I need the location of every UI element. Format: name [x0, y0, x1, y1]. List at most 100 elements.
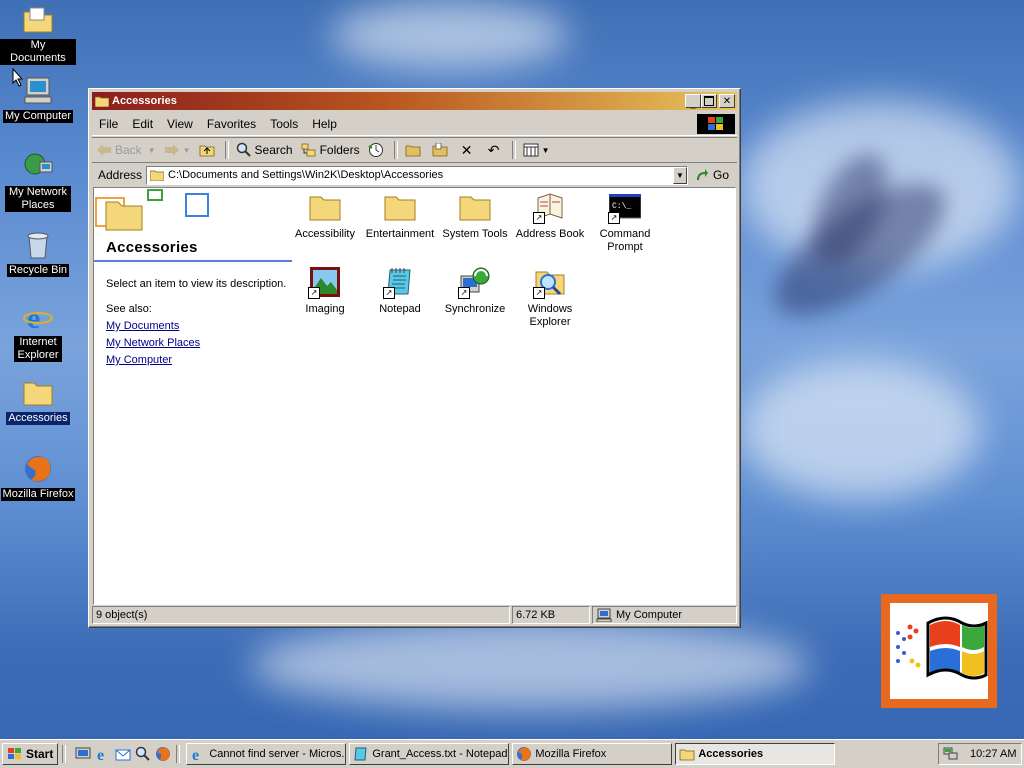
forward-button[interactable]: ▼: [160, 139, 195, 161]
folder-icon: [150, 170, 165, 181]
folder-icon: [95, 96, 109, 107]
menu-help[interactable]: Help: [305, 117, 344, 131]
task-internet-explorer[interactable]: e Cannot find server - Micros...: [186, 743, 347, 765]
task-label: Cannot find server - Micros...: [209, 748, 347, 760]
chevron-down-icon: ▼: [147, 145, 156, 155]
go-button[interactable]: Go: [694, 167, 737, 183]
back-button[interactable]: Back ▼: [92, 139, 160, 161]
undo-icon: ↶: [487, 141, 500, 158]
move-to-icon: [405, 142, 421, 158]
task-firefox[interactable]: Mozilla Firefox: [512, 743, 673, 765]
desktop-icon-my-network-places[interactable]: My Network Places: [0, 150, 76, 212]
windows-logo-icon: [697, 114, 735, 134]
search-icon[interactable]: [133, 744, 153, 764]
menu-edit[interactable]: Edit: [125, 117, 160, 131]
link-my-documents[interactable]: My Documents: [106, 320, 179, 332]
link-my-network-places[interactable]: My Network Places: [106, 337, 200, 349]
task-label: Accessories: [698, 748, 764, 760]
folder-icon: [458, 190, 492, 224]
folders-icon: [301, 142, 317, 158]
item-accessibility[interactable]: Accessibility: [287, 190, 363, 241]
network-places-icon: [21, 150, 55, 184]
window-title: Accessories: [112, 95, 177, 107]
desktop-icon-label: My Network Places: [5, 186, 71, 212]
delete-icon: ✕: [460, 141, 473, 158]
windows-explorer-icon: ↗: [533, 265, 567, 299]
desktop-icon-my-documents[interactable]: My Documents: [0, 3, 76, 65]
background-cloud: [250, 620, 810, 710]
desktop-icon-recycle-bin[interactable]: Recycle Bin: [0, 228, 76, 277]
see-also-label: See also:: [106, 303, 152, 315]
start-button[interactable]: Start: [2, 743, 59, 765]
address-field[interactable]: C:\Documents and Settings\Win2K\Desktop\…: [146, 165, 688, 185]
folder-icon: [383, 190, 417, 224]
clock[interactable]: 10:27 AM: [970, 748, 1016, 760]
shortcut-arrow-icon: ↗: [608, 212, 620, 224]
shortcut-arrow-icon: ↗: [533, 212, 545, 224]
show-desktop-icon[interactable]: [73, 744, 93, 764]
address-dropdown-button[interactable]: ▼: [672, 166, 687, 184]
minimize-button[interactable]: _: [685, 94, 701, 110]
firefox-icon: [516, 746, 532, 762]
explorer-window: Accessories _ ✕ File Edit View Favorites…: [88, 88, 741, 628]
item-notepad[interactable]: ↗ Notepad: [362, 265, 438, 316]
menu-tools[interactable]: Tools: [263, 117, 305, 131]
menu-file[interactable]: File: [92, 117, 125, 131]
task-label: Grant_Access.txt - Notepad: [372, 748, 508, 760]
synchronize-icon: ↗: [458, 265, 492, 299]
internet-explorer-icon: e: [21, 300, 55, 334]
firefox-icon[interactable]: [153, 744, 173, 764]
maximize-button[interactable]: [701, 94, 717, 108]
search-icon: [236, 142, 252, 158]
desktop-icon-internet-explorer[interactable]: e Internet Explorer: [0, 300, 76, 362]
system-tray: 10:27 AM: [938, 743, 1022, 765]
menu-bar: File Edit View Favorites Tools Help: [92, 113, 737, 136]
chevron-down-icon: ▼: [541, 145, 550, 155]
item-command-prompt[interactable]: C:\_ ↗ Command Prompt: [587, 190, 663, 254]
item-entertainment[interactable]: Entertainment: [362, 190, 438, 241]
back-label: Back: [115, 143, 142, 157]
maximize-icon: [704, 96, 714, 106]
item-imaging[interactable]: ↗ Imaging: [287, 265, 363, 316]
task-notepad[interactable]: Grant_Access.txt - Notepad: [349, 743, 510, 765]
toolbar-separator: [511, 141, 516, 159]
search-button[interactable]: Search: [232, 139, 297, 161]
menu-view[interactable]: View: [160, 117, 200, 131]
desktop-icon-accessories[interactable]: Accessories: [0, 376, 76, 425]
status-object-count: 9 object(s): [92, 606, 510, 624]
item-system-tools[interactable]: System Tools: [437, 190, 513, 241]
item-address-book[interactable]: ↗ Address Book: [512, 190, 588, 241]
up-folder-button[interactable]: [195, 139, 222, 161]
move-to-button[interactable]: [401, 139, 428, 161]
link-my-computer[interactable]: My Computer: [106, 354, 172, 366]
background-cloud: [330, 0, 570, 70]
item-synchronize[interactable]: ↗ Synchronize: [437, 265, 513, 316]
my-computer-icon: [596, 608, 612, 622]
close-button[interactable]: ✕: [719, 94, 735, 108]
folders-button[interactable]: Folders: [297, 139, 364, 161]
status-size: 6.72 KB: [512, 606, 590, 624]
network-connection-icon[interactable]: [943, 746, 959, 762]
forward-arrow-icon: [164, 142, 180, 158]
copy-to-button[interactable]: [428, 139, 455, 161]
internet-explorer-icon[interactable]: e: [93, 744, 113, 764]
title-bar[interactable]: Accessories _ ✕: [92, 92, 737, 110]
item-windows-explorer[interactable]: ↗ Windows Explorer: [512, 265, 588, 329]
history-button[interactable]: [364, 139, 391, 161]
go-arrow-icon: [694, 167, 710, 183]
imaging-icon: ↗: [308, 265, 342, 299]
outlook-express-icon[interactable]: [113, 744, 133, 764]
undo-button[interactable]: ↶: [482, 139, 509, 161]
delete-button[interactable]: ✕: [455, 139, 482, 161]
task-accessories[interactable]: Accessories: [675, 743, 836, 765]
svg-text:e: e: [97, 747, 104, 762]
command-prompt-icon: C:\_ ↗: [608, 190, 642, 224]
views-button[interactable]: ▼: [519, 139, 554, 161]
shortcut-arrow-icon: ↗: [533, 287, 545, 299]
minimize-icon: _: [690, 98, 696, 110]
toolbar-separator: [393, 141, 398, 159]
history-icon: [368, 142, 384, 158]
desktop-icon-mozilla-firefox[interactable]: Mozilla Firefox: [0, 452, 76, 501]
up-folder-icon: [199, 142, 215, 158]
menu-favorites[interactable]: Favorites: [200, 117, 263, 131]
